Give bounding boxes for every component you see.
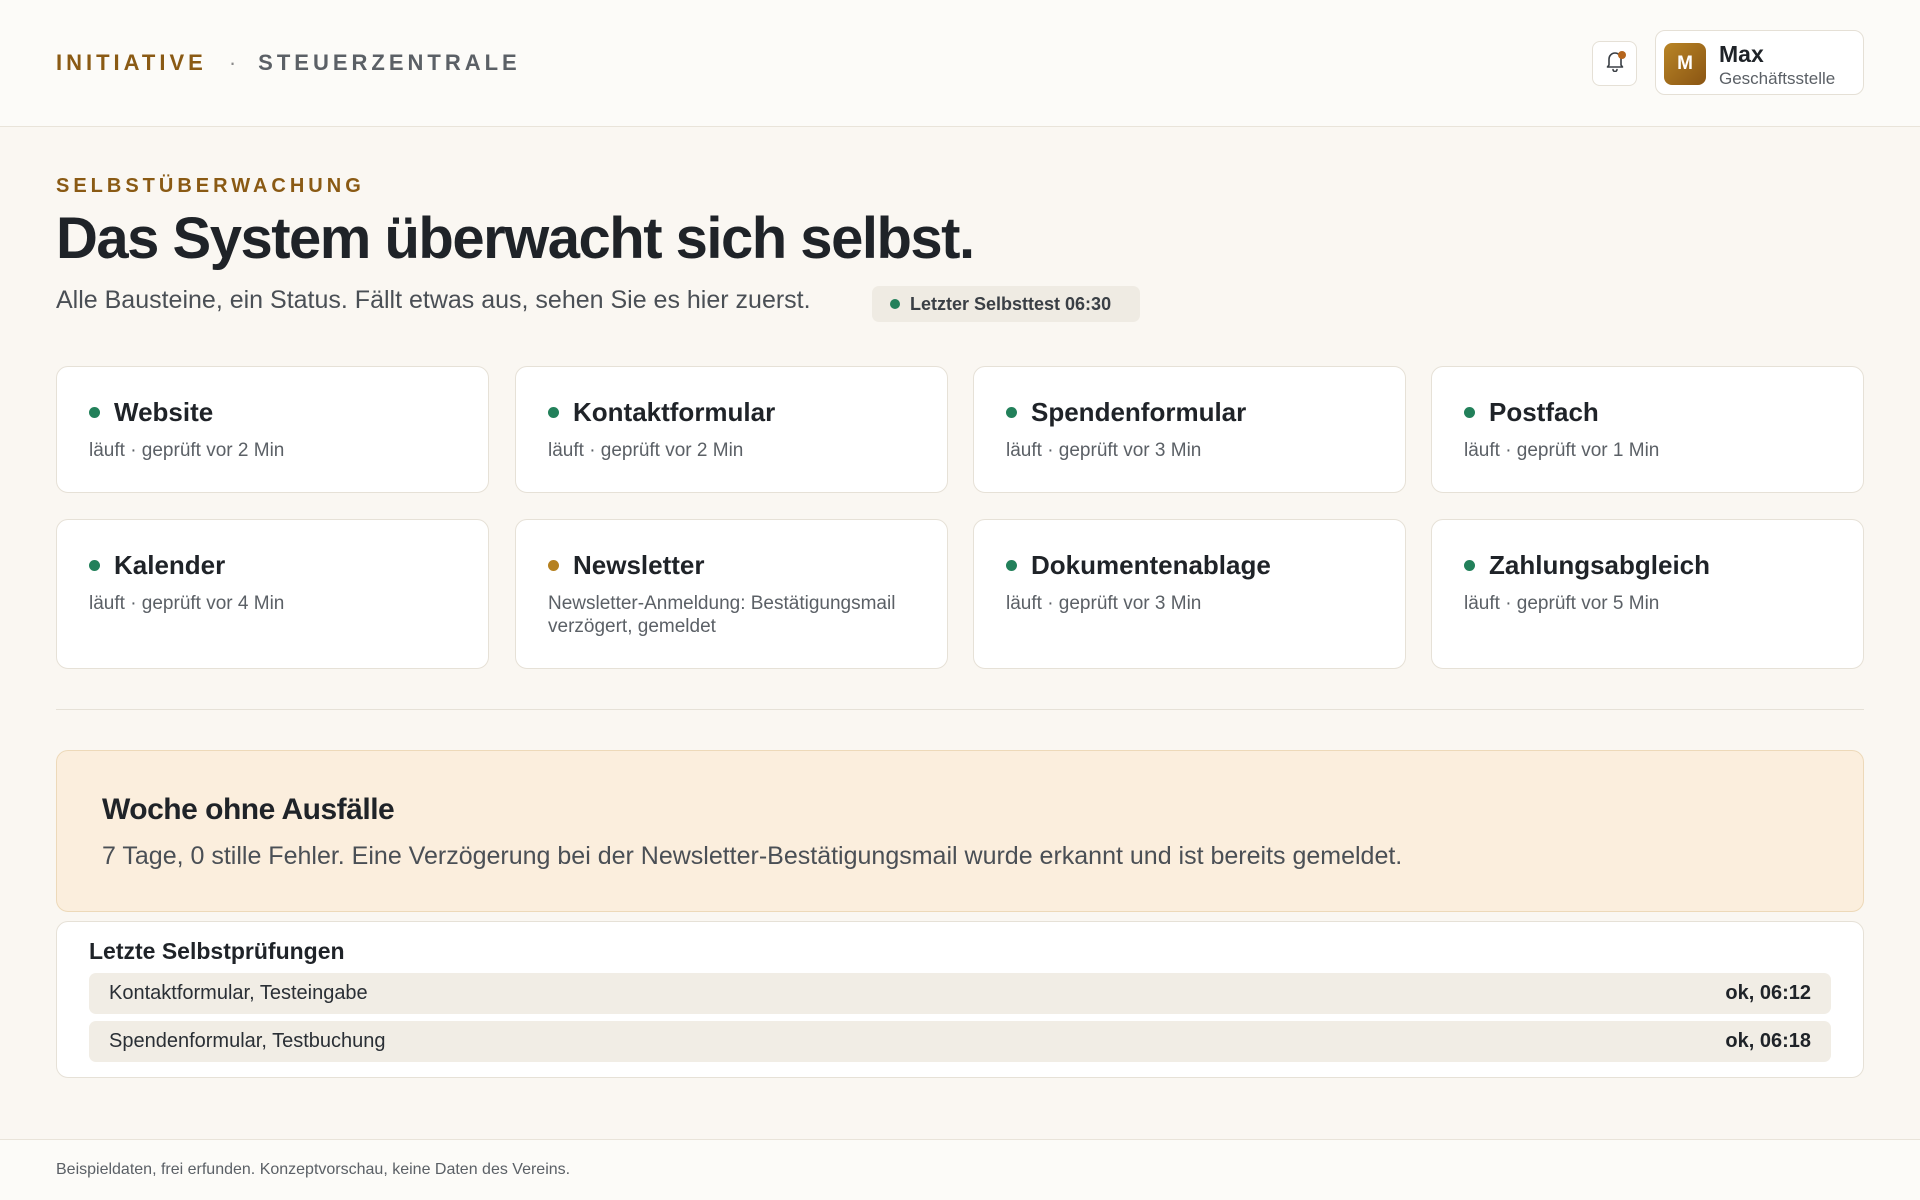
module-status: läuft · geprüft vor 2 Min: [89, 440, 285, 461]
status-dot-icon: [1006, 560, 1017, 571]
page-title: Das System überwacht sich selbst.: [56, 206, 975, 271]
module-status: Newsletter-Anmeldung: Bestätigungsmail v…: [548, 593, 896, 637]
user-name: Max: [1719, 41, 1764, 67]
footer: Beispieldaten, frei erfunden. Konzeptvor…: [0, 1139, 1920, 1200]
last-selftest-label: Letzter Selbsttest 06:30: [910, 293, 1112, 314]
summary-text: 7 Tage, 0 stille Fehler. Eine Verzögerun…: [102, 842, 1403, 870]
brand-name: INITIATIVE: [56, 50, 207, 75]
status-dot-icon: [89, 407, 100, 418]
module-status: läuft · geprüft vor 2 Min: [548, 440, 744, 461]
module-name: Zahlungsabgleich: [1489, 550, 1711, 580]
module-card-dokumentenablage[interactable]: Dokumentenablage läuft · geprüft vor 3 M…: [973, 519, 1406, 669]
module-name: Dokumentenablage: [1031, 550, 1271, 580]
selfcheck-name: Spendenformular, Testbuchung: [109, 1030, 386, 1052]
module-name: Newsletter: [573, 550, 705, 580]
module-status: läuft · geprüft vor 3 Min: [1006, 440, 1202, 461]
module-card-zahlungsabgleich[interactable]: Zahlungsabgleich läuft · geprüft vor 5 M…: [1431, 519, 1864, 669]
module-card-postfach[interactable]: Postfach läuft · geprüft vor 1 Min: [1431, 366, 1864, 493]
module-card-spendenformular[interactable]: Spendenformular läuft · geprüft vor 3 Mi…: [973, 366, 1406, 493]
section-eyebrow: SELBSTÜBERWACHUNG: [56, 175, 365, 197]
summary-title: Woche ohne Ausfälle: [102, 793, 395, 826]
brand[interactable]: INITIATIVE · STEUERZENTRALE: [56, 50, 521, 76]
notification-badge: [1618, 51, 1626, 59]
status-dot-icon: [1006, 407, 1017, 418]
module-status: läuft · geprüft vor 1 Min: [1464, 440, 1660, 461]
module-name: Website: [114, 397, 214, 427]
selfcheck-row[interactable]: Kontaktformular, Testeingabe ok, 06:12: [89, 973, 1831, 1014]
selfcheck-name: Kontaktformular, Testeingabe: [109, 982, 368, 1004]
selfchecks-title: Letzte Selbstprüfungen: [89, 938, 345, 964]
module-card-kontaktformular[interactable]: Kontaktformular läuft · geprüft vor 2 Mi…: [515, 366, 948, 493]
module-name: Kontaktformular: [573, 397, 776, 427]
module-card-website[interactable]: Website läuft · geprüft vor 2 Min: [56, 366, 489, 493]
section-divider: [56, 709, 1864, 710]
module-name: Postfach: [1489, 397, 1599, 427]
module-card-newsletter[interactable]: Newsletter Newsletter-Anmeldung: Bestäti…: [515, 519, 948, 669]
module-status: läuft · geprüft vor 5 Min: [1464, 593, 1660, 614]
selfcheck-row[interactable]: Spendenformular, Testbuchung ok, 06:18: [89, 1021, 1831, 1062]
brand-separator: ·: [228, 50, 237, 75]
module-status: läuft · geprüft vor 4 Min: [89, 593, 285, 614]
recent-selfchecks-panel: Letzte Selbstprüfungen Kontaktformular, …: [56, 921, 1864, 1078]
status-dot-icon: [89, 560, 100, 571]
page-subtitle: Alle Bausteine, ein Status. Fällt etwas …: [56, 286, 811, 314]
status-dot-icon: [1464, 560, 1475, 571]
status-dot-icon: [548, 407, 559, 418]
selfcheck-result: ok, 06:12: [1725, 982, 1811, 1004]
weekly-summary-banner: Woche ohne Ausfälle 7 Tage, 0 stille Feh…: [56, 750, 1864, 912]
module-name: Spendenformular: [1031, 397, 1247, 427]
user-menu[interactable]: M Max Geschäftsstelle: [1655, 30, 1864, 95]
user-role: Geschäftsstelle: [1719, 69, 1836, 88]
avatar: M: [1664, 43, 1706, 85]
last-selftest-badge: Letzter Selbsttest 06:30: [872, 286, 1140, 322]
module-card-kalender[interactable]: Kalender läuft · geprüft vor 4 Min: [56, 519, 489, 669]
selfcheck-result: ok, 06:18: [1725, 1030, 1811, 1052]
module-status: läuft · geprüft vor 3 Min: [1006, 593, 1202, 614]
status-dot-icon: [1464, 407, 1475, 418]
top-bar: INITIATIVE · STEUERZENTRALE M Max Geschä…: [0, 0, 1920, 127]
notifications-button[interactable]: [1592, 41, 1637, 86]
brand-subtitle: STEUERZENTRALE: [258, 50, 521, 75]
status-dot-icon: [890, 299, 900, 309]
warning-dot-icon: [548, 560, 559, 571]
footer-disclaimer: Beispieldaten, frei erfunden. Konzeptvor…: [56, 1161, 571, 1178]
module-name: Kalender: [114, 550, 226, 580]
